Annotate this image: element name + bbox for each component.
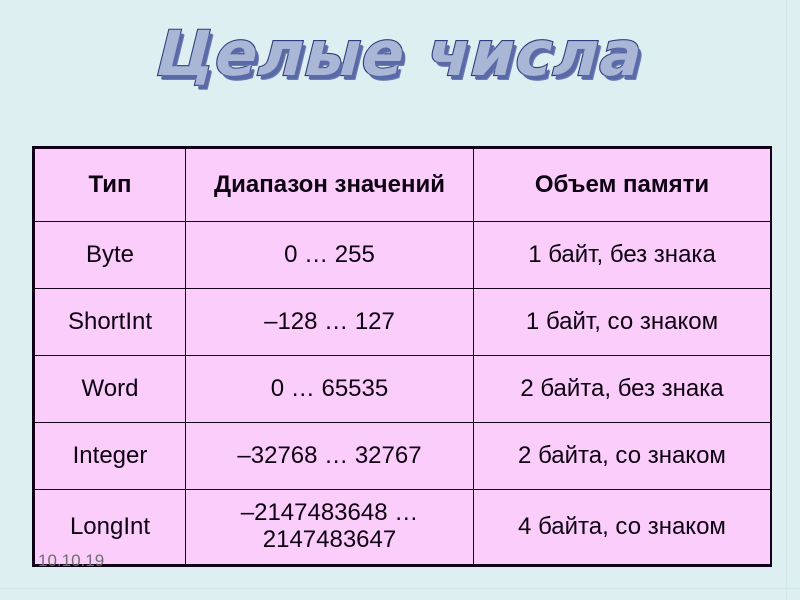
table-row: Word 0 … 65535 2 байта, без знака [34,355,771,423]
cell-range-line: –128 … 127 [264,307,395,335]
cell-range: –128 … 127 [185,288,474,356]
page-title: Целые числа [154,16,646,91]
cell-type: Integer [34,422,186,490]
slide-canvas: Целые числа Тип Диапазон значений Объем … [0,0,800,600]
integer-types-table-container: Тип Диапазон значений Объем памяти Byte … [32,146,772,567]
integer-types-table: Тип Диапазон значений Объем памяти Byte … [34,148,771,565]
cell-range: –32768 … 32767 [185,422,474,490]
cell-memory: 4 байта, со знаком [473,489,771,565]
cell-range: 0 … 255 [185,221,474,289]
table-row: LongInt –2147483648 … 2147483647 4 байта… [34,489,771,565]
slide-edge-bottom [0,588,800,589]
cell-memory: 1 байт, со знаком [473,288,771,356]
cell-range-line: 0 … 255 [284,240,375,268]
column-header-memory: Объем памяти [473,148,771,222]
title-area: Целые числа [0,6,800,116]
column-header-type: Тип [34,148,186,222]
table-header-row: Тип Диапазон значений Объем памяти [34,148,771,222]
table-row: Byte 0 … 255 1 байт, без знака [34,221,771,289]
table-row: Integer –32768 … 32767 2 байта, со знако… [34,422,771,490]
cell-type: ShortInt [34,288,186,356]
cell-range-line: –32768 … 32767 [237,441,422,469]
cell-range-line: 2147483647 [262,526,397,553]
cell-memory: 2 байта, со знаком [473,422,771,490]
date-stamp: 10.10.19 [38,551,105,570]
cell-memory: 2 байта, без знака [473,355,771,423]
cell-range: 0 … 65535 [185,355,474,423]
cell-range-line: 0 … 65535 [270,374,389,402]
cell-range-line: –2147483648 … [240,499,419,527]
cell-type: Byte [34,221,186,289]
column-header-range: Диапазон значений [185,148,474,222]
table-row: ShortInt –128 … 127 1 байт, со знаком [34,288,771,356]
cell-range: –2147483648 … 2147483647 [185,489,474,565]
cell-memory: 1 байт, без знака [473,221,771,289]
cell-type: Word [34,355,186,423]
